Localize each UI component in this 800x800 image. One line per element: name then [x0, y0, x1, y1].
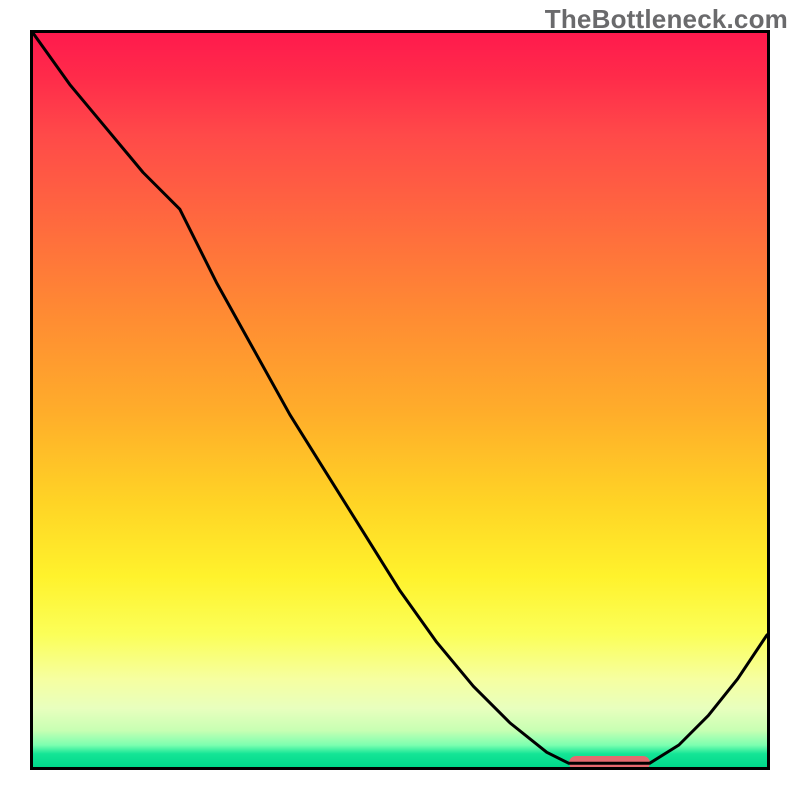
plot-area [33, 33, 767, 767]
curve-line [33, 33, 767, 767]
plot-frame [30, 30, 770, 770]
chart-root: TheBottleneck.com [0, 0, 800, 800]
